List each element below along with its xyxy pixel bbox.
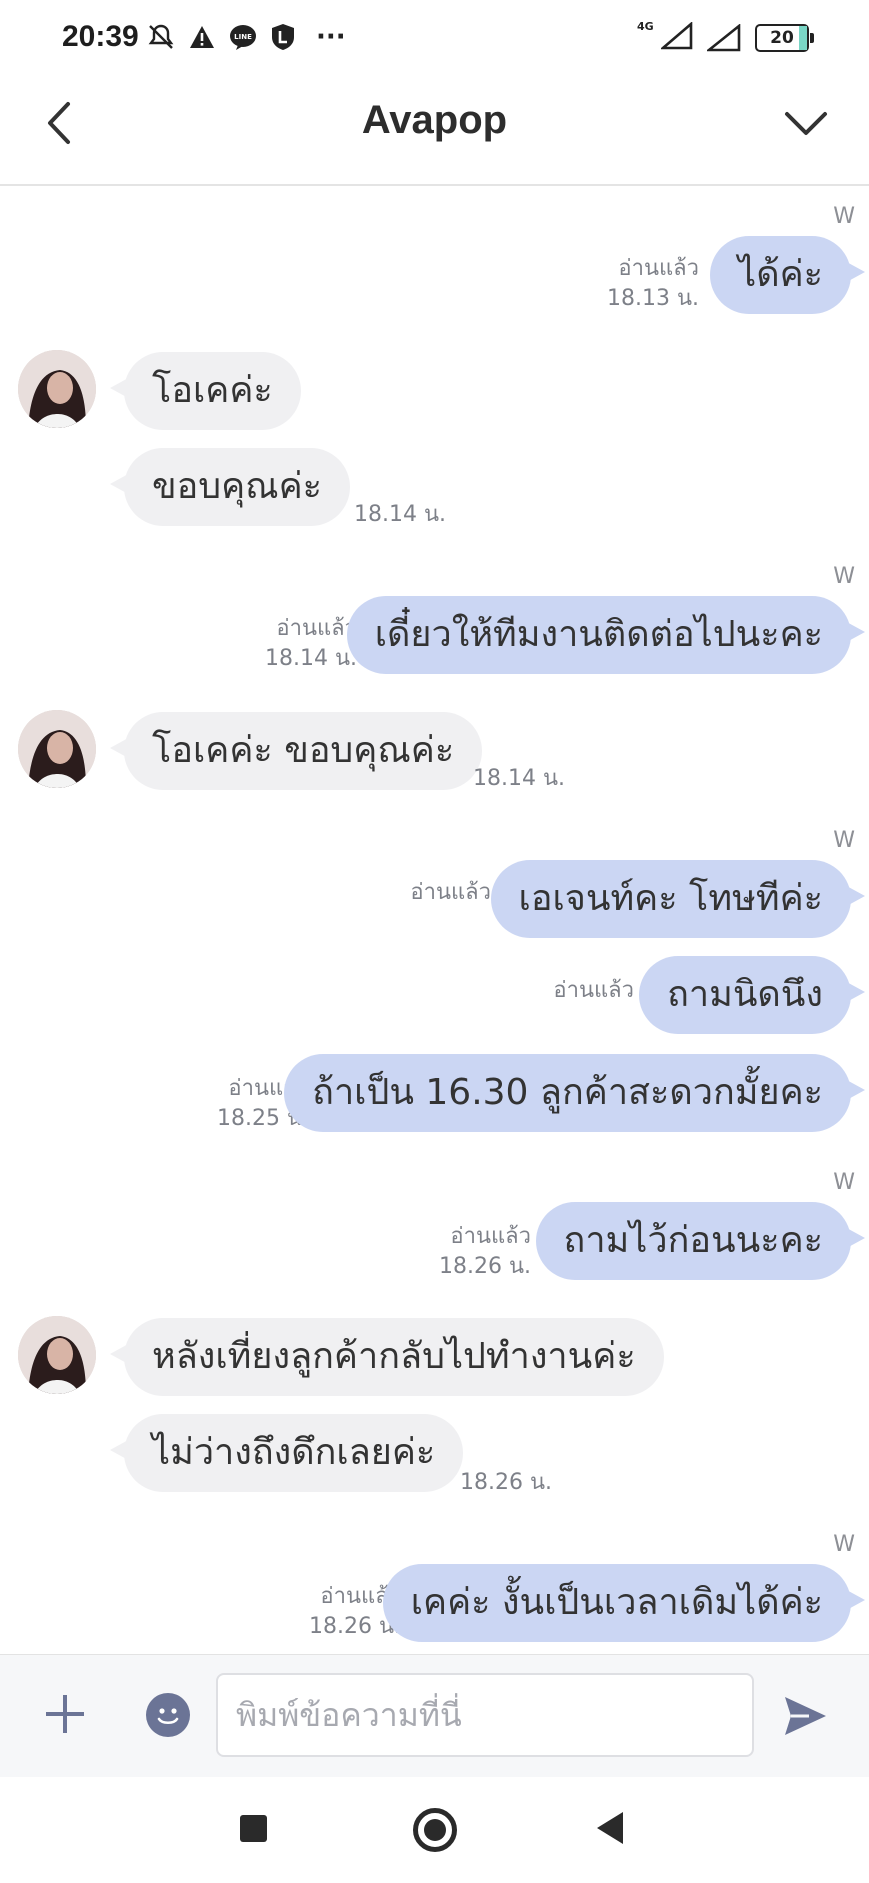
w-marker: W <box>833 828 855 853</box>
signal-icon-2 <box>707 24 741 52</box>
message-list[interactable]: W อ่านแล้ว 18.13 น. ได้ค่ะ โอเคค่ะ ขอบคุ… <box>0 186 869 1654</box>
home-button[interactable] <box>413 1808 457 1852</box>
svg-text:LINE: LINE <box>234 33 252 41</box>
avatar-photo <box>18 1316 96 1394</box>
warning-icon <box>190 26 214 48</box>
message-time: 18.26 น. <box>438 1254 531 1279</box>
avatar[interactable] <box>18 350 96 428</box>
message-meta: อ่านแล้ว 18.26 น. <box>439 1222 531 1282</box>
w-marker: W <box>833 564 855 589</box>
line-app-icon: LINE <box>230 25 256 50</box>
avatar[interactable] <box>18 710 96 788</box>
signal-4g: 4G <box>637 20 693 54</box>
chat-header: Avapop <box>0 78 869 186</box>
recents-button[interactable] <box>240 1815 267 1842</box>
emoji-icon[interactable] <box>146 1693 190 1737</box>
outgoing-message-bubble[interactable]: ถ้าเป็น 16.30 ลูกค้าสะดวกมั้ยคะ <box>284 1054 865 1132</box>
w-marker: W <box>833 1532 855 1557</box>
message-input-bar: พิมพ์ข้อความที่นี่ <box>0 1654 869 1777</box>
notification-icons: LINE ··· <box>146 22 346 52</box>
status-time: 20:39 <box>62 20 139 53</box>
bell-off-icon <box>148 24 174 49</box>
chevron-down-icon[interactable] <box>783 108 829 138</box>
message-time: 18.13 น. <box>606 286 699 311</box>
outgoing-message-bubble[interactable]: เดี๋ยวให้ทีมงานติดต่อไปนะคะ <box>346 596 866 674</box>
battery-level: 20 <box>770 28 794 48</box>
incoming-message-bubble[interactable]: โอเคค่ะ ขอบคุณค่ะ <box>109 712 483 790</box>
signal-icon <box>659 21 693 50</box>
message-time: 18.14 น. <box>354 502 447 527</box>
incoming-message-bubble[interactable]: ขอบคุณค่ะ <box>110 448 350 526</box>
outgoing-message-bubble[interactable]: เคค่ะ งั้นเป็นเวลาเดิมได้ค่ะ <box>382 1564 866 1642</box>
network-label: 4G <box>637 20 654 33</box>
more-notifications-icon: ··· <box>316 22 346 52</box>
outgoing-message-bubble[interactable]: เอเจนท์คะ โทษทีค่ะ <box>490 860 866 938</box>
shield-l-icon <box>272 24 294 50</box>
nav-back-button[interactable] <box>597 1812 623 1844</box>
smile-face <box>157 1708 179 1725</box>
system-nav-bar <box>0 1778 869 1883</box>
read-status: อ่านแล้ว <box>450 1224 531 1249</box>
read-status: อ่านแล้ว <box>618 256 699 281</box>
chat-title: Avapop <box>361 98 508 142</box>
message-time: 18.14 น. <box>473 766 566 791</box>
read-status: อ่านแล้ว <box>553 978 634 1003</box>
battery-icon: 20 <box>755 24 814 52</box>
avatar[interactable] <box>18 1316 96 1394</box>
send-icon[interactable] <box>782 1693 828 1739</box>
read-status: อ่านแล้ว <box>410 880 491 905</box>
w-marker: W <box>833 204 855 229</box>
system-indicators: 4G 20 <box>637 20 814 54</box>
message-time: 18.26 น. <box>460 1470 553 1495</box>
incoming-message-bubble[interactable]: โอเคค่ะ <box>110 352 301 430</box>
incoming-message-bubble[interactable]: ไม่ว่างถึงดึกเลยค่ะ <box>109 1414 464 1492</box>
avatar-photo <box>18 350 96 428</box>
outgoing-message-bubble[interactable]: ถามนิดนึง <box>639 956 865 1034</box>
outgoing-message-bubble[interactable]: ถามไว้ก่อนนะคะ <box>535 1202 866 1280</box>
plus-icon[interactable] <box>44 1693 86 1735</box>
message-meta: อ่านแล้ว 18.13 น. <box>607 254 699 314</box>
read-status: อ่านแล้ว <box>276 616 357 641</box>
avatar-photo <box>18 710 96 788</box>
message-input[interactable]: พิมพ์ข้อความที่นี่ <box>216 1673 754 1757</box>
outgoing-message-bubble[interactable]: ได้ค่ะ <box>710 236 865 314</box>
message-time: 18.14 น. <box>264 646 357 671</box>
message-meta: อ่านแล้ว 18.14 น. <box>265 614 357 674</box>
status-bar: 20:39 LINE ··· 4G 20 <box>0 0 869 78</box>
incoming-message-bubble[interactable]: หลังเที่ยงลูกค้ากลับไปทำงานค่ะ <box>110 1318 664 1396</box>
w-marker: W <box>833 1170 855 1195</box>
